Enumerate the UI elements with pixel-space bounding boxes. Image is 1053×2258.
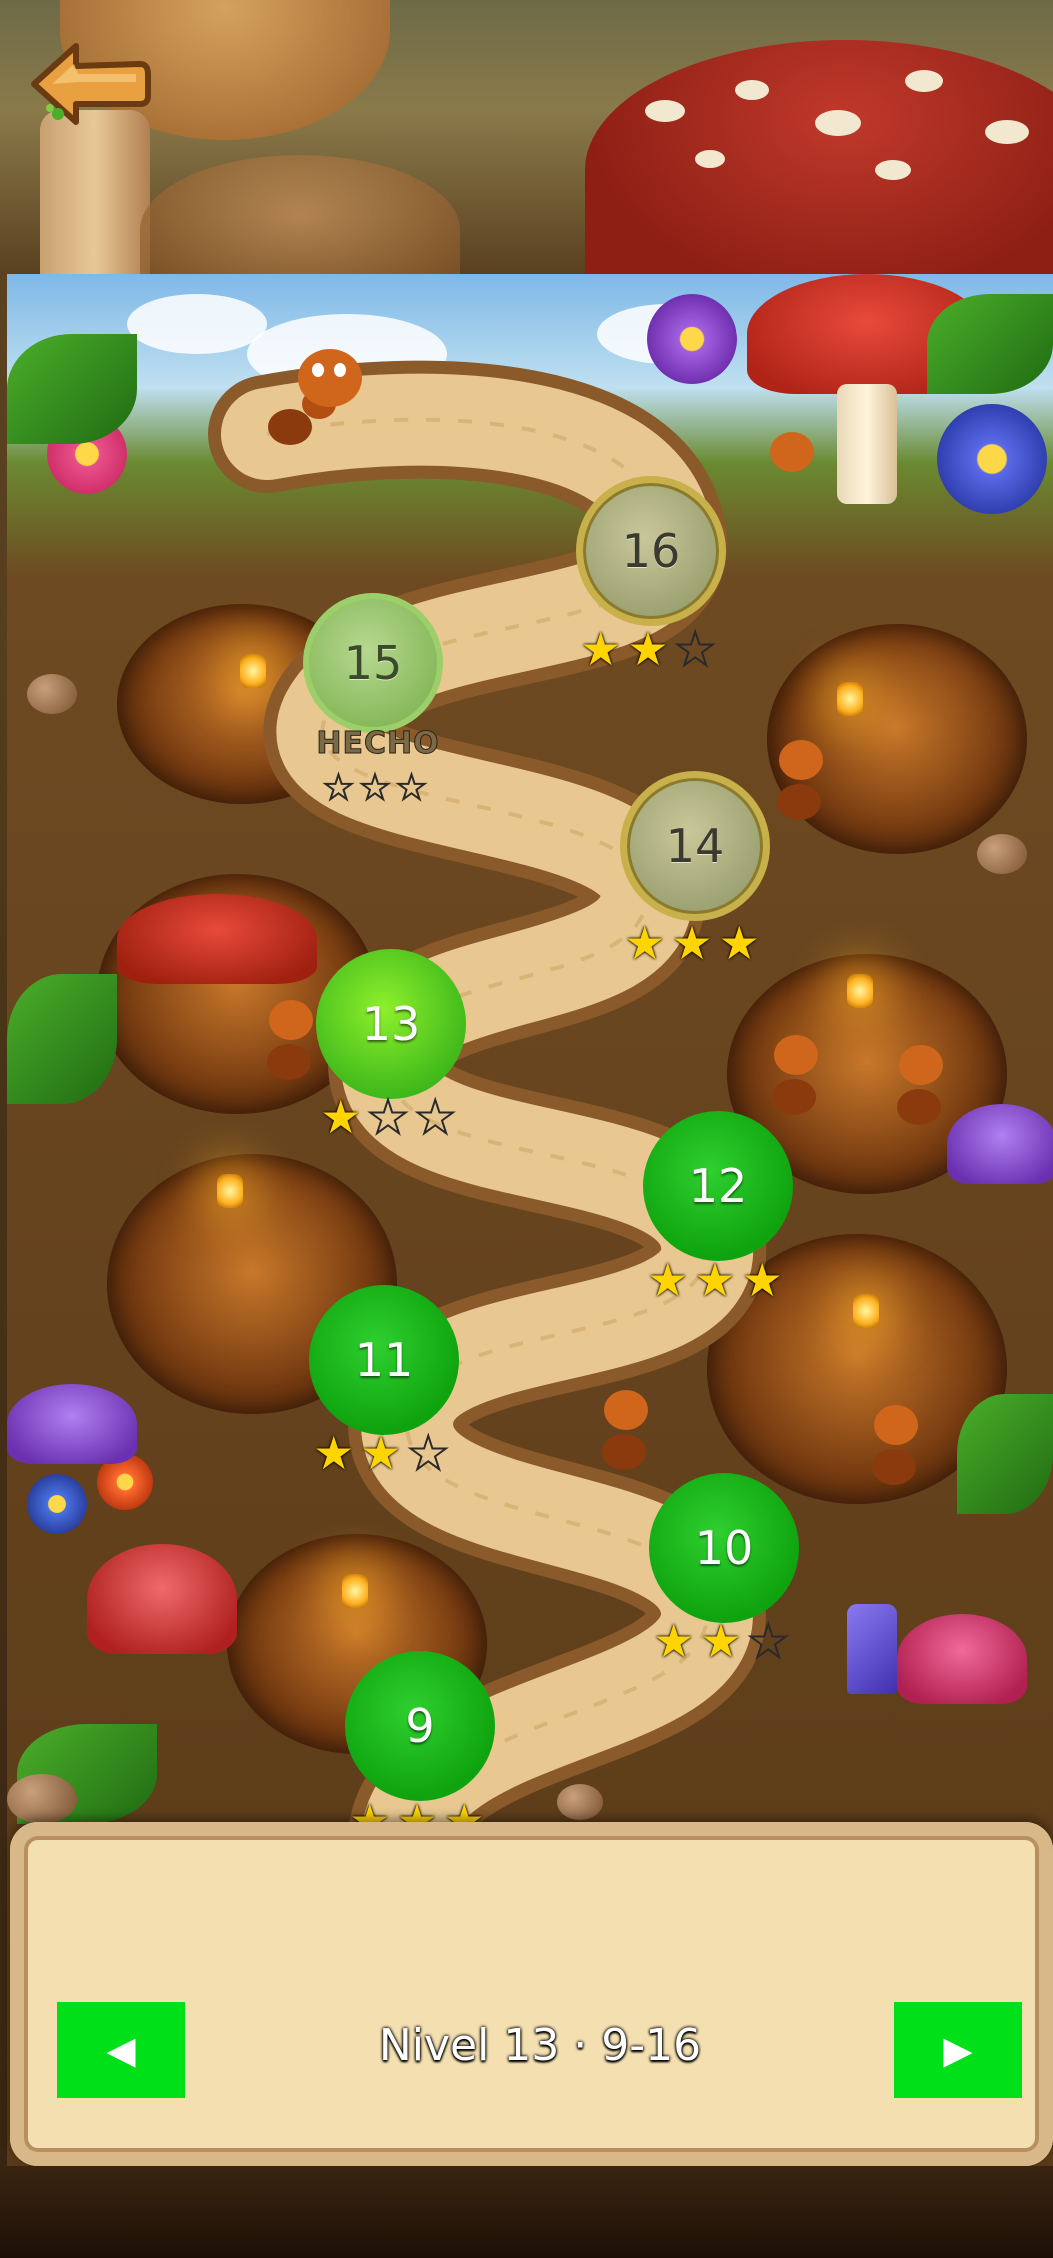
- star-empty-icon: ★: [674, 622, 722, 676]
- star-filled-icon: ★: [624, 916, 672, 970]
- right-triangle-icon: ▶: [943, 2029, 973, 2072]
- star-empty-icon: ★: [407, 1426, 455, 1480]
- blue-flower: [937, 404, 1047, 514]
- back-arrow-icon: [31, 43, 151, 125]
- level-12-button[interactable]: 12: [643, 1111, 793, 1261]
- star-filled-icon: ★: [580, 622, 628, 676]
- purple-flower: [647, 294, 737, 384]
- ant-character: [887, 1039, 957, 1139]
- star-empty-icon: ★: [322, 767, 360, 809]
- star-filled-icon: ★: [653, 1614, 701, 1668]
- level-15-button[interactable]: 15: [303, 593, 443, 733]
- star-empty-icon: ★: [414, 1090, 462, 1144]
- level-number: 15: [303, 593, 443, 733]
- footer-parchment-panel: [10, 1822, 1053, 2166]
- rock: [977, 834, 1027, 874]
- pink-mushroom: [897, 1614, 1027, 1704]
- bottom-background-strip: [0, 2166, 1053, 2258]
- purple-mushroom: [947, 1104, 1053, 1184]
- star-empty-icon: ★: [395, 767, 433, 809]
- previous-page-button[interactable]: ◀: [57, 2002, 185, 2098]
- star-filled-icon: ★: [671, 916, 719, 970]
- completed-tag: HECHO: [316, 726, 440, 762]
- ant-character: [767, 734, 837, 834]
- star-empty-icon: ★: [747, 1614, 795, 1668]
- rock: [27, 674, 77, 714]
- leaves: [7, 334, 137, 444]
- level-16-button[interactable]: 16: [576, 476, 726, 626]
- leaves: [7, 974, 117, 1104]
- star-filled-icon: ★: [741, 1253, 789, 1307]
- star-filled-icon: ★: [313, 1426, 361, 1480]
- level-number: 10: [649, 1473, 799, 1623]
- level-13-button[interactable]: 13: [316, 949, 466, 1099]
- star-filled-icon: ★: [320, 1090, 368, 1144]
- level-15-stars: ★★★: [288, 758, 468, 813]
- level-9-button[interactable]: 9: [345, 1651, 495, 1801]
- ant-character: [262, 309, 382, 459]
- star-filled-icon: ★: [647, 1253, 695, 1307]
- level-13-stars: ★★★: [301, 1090, 481, 1144]
- star-empty-icon: ★: [359, 767, 397, 809]
- top-background-scene: [0, 0, 1053, 275]
- red-mushroom: [117, 894, 317, 984]
- level-number: 16: [576, 476, 726, 626]
- level-number: 11: [309, 1285, 459, 1435]
- star-filled-icon: ★: [694, 1253, 742, 1307]
- level-number: 9: [345, 1651, 495, 1801]
- crystal: [847, 1604, 897, 1694]
- level-range-label: Nivel 13 · 9-16: [378, 2020, 702, 2071]
- red-mushroom: [87, 1544, 237, 1654]
- level-14-stars: ★★★: [605, 918, 785, 968]
- level-10-button[interactable]: 10: [649, 1473, 799, 1623]
- star-filled-icon: ★: [700, 1614, 748, 1668]
- ant-character: [862, 1399, 932, 1499]
- level-10-stars: ★★★: [634, 1614, 814, 1668]
- level-14-button[interactable]: 14: [620, 771, 770, 921]
- level-12-stars: ★★★: [628, 1255, 808, 1305]
- mushroom-stem-background: [40, 110, 150, 275]
- level-11-stars: ★★★: [294, 1426, 474, 1480]
- leaves: [957, 1394, 1053, 1514]
- level-number: 14: [620, 771, 770, 921]
- level-number: 12: [643, 1111, 793, 1261]
- ant-character: [592, 1384, 662, 1484]
- level-16-stars: ★★★: [561, 622, 741, 676]
- purple-mushroom: [7, 1384, 137, 1464]
- blue-flower: [27, 1474, 87, 1534]
- star-filled-icon: ★: [718, 916, 766, 970]
- mushroom-stem: [837, 384, 897, 504]
- star-filled-icon: ★: [360, 1426, 408, 1480]
- next-page-button[interactable]: ▶: [894, 2002, 1022, 2098]
- rock: [7, 1774, 77, 1824]
- back-button[interactable]: [28, 38, 152, 130]
- star-filled-icon: ★: [627, 622, 675, 676]
- leaves: [927, 294, 1053, 394]
- ant-character: [762, 424, 822, 484]
- level-11-button[interactable]: 11: [309, 1285, 459, 1435]
- red-mushroom-cap-background: [585, 40, 1053, 275]
- rock: [557, 1784, 603, 1820]
- star-empty-icon: ★: [366, 1090, 415, 1144]
- mushroom-cap-background: [140, 155, 460, 275]
- left-triangle-icon: ◀: [106, 2029, 136, 2072]
- level-number: 13: [316, 949, 466, 1099]
